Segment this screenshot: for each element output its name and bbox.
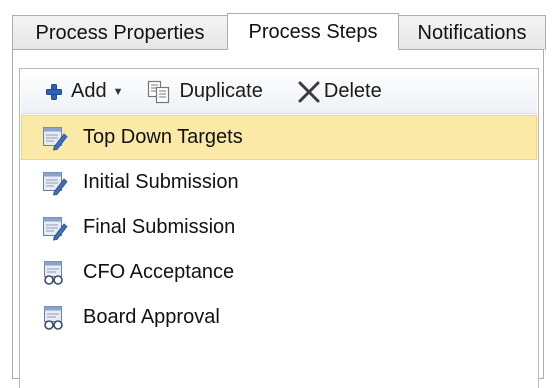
form-edit-icon [42,215,68,241]
copy-icon [147,80,171,104]
list-item-board-approval[interactable]: Board Approval [21,295,537,340]
form-edit-icon [42,170,68,196]
form-edit-icon [42,125,68,151]
delete-label: Delete [323,80,382,102]
toolbar: Add ▼ Duplicate Delete [21,70,537,114]
list-item-label: Initial Submission [83,171,239,193]
list-item-final-submission[interactable]: Final Submission [21,205,537,250]
list-item-initial-submission[interactable]: Initial Submission [21,160,537,205]
duplicate-label: Duplicate [179,80,263,102]
tab-process-properties[interactable]: Process Properties [12,15,228,50]
form-review-icon [42,305,68,331]
list-item-label: CFO Acceptance [83,261,235,283]
add-label: Add [71,80,107,102]
list-item-label: Final Submission [83,216,236,238]
close-icon [297,80,321,104]
form-review-icon [42,260,68,286]
process-steps-pane: Add ▼ Duplicate Delete Top Down Targets … [19,68,539,388]
list-item-top-down-targets[interactable]: Top Down Targets [21,115,537,160]
list-item-cfo-acceptance[interactable]: CFO Acceptance [21,250,537,295]
tab-strip: Process Properties Process Steps Notific… [12,13,546,50]
add-button[interactable]: Add ▼ [46,76,123,108]
list-item-label: Top Down Targets [83,126,243,148]
caret-down-icon: ▼ [112,85,124,98]
list-item-label: Board Approval [83,306,220,328]
process-steps-list: Top Down Targets Initial Submission Fina… [21,115,537,340]
plus-icon [46,83,62,100]
duplicate-button[interactable]: Duplicate [147,76,263,108]
tab-process-steps[interactable]: Process Steps [227,13,399,50]
delete-button[interactable]: Delete [297,76,382,108]
tab-notifications[interactable]: Notifications [398,15,546,50]
